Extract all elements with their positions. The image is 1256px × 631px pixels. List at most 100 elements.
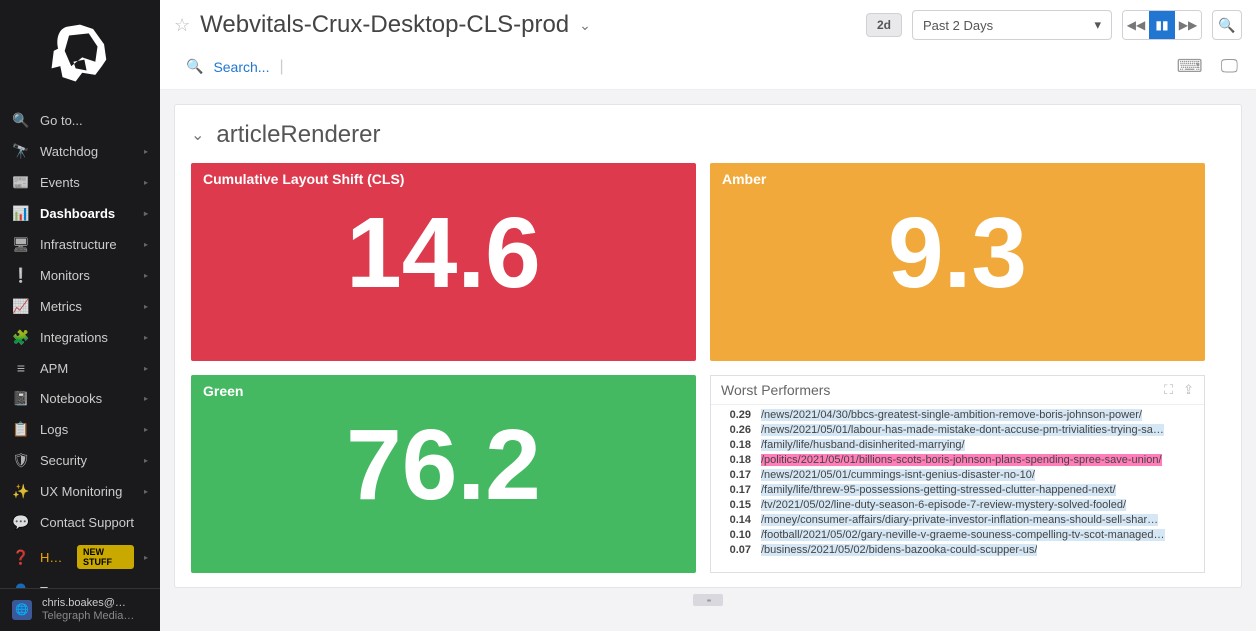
nav-label: Watchdog (40, 144, 98, 159)
sidebar-item-integrations[interactable]: 🧩Integrations▸ (0, 322, 160, 353)
nav-icon: ❓ (12, 549, 30, 566)
wp-score: 0.10 (721, 529, 751, 541)
search-button[interactable]: 🔍 (1212, 10, 1242, 40)
playback-controls: ◀◀ ▮▮ ▶▶ (1122, 10, 1202, 40)
sidebar-item-monitors[interactable]: ❕ Monitors ▸ (0, 260, 160, 291)
sidebar-item-apm[interactable]: ≡ APM ▸ (0, 353, 160, 383)
nav-label: Notebooks (40, 391, 102, 406)
search-input[interactable]: Search... (213, 59, 269, 75)
nav-icon: ❕ (12, 267, 30, 284)
tile-green[interactable]: Green 76.2 (191, 375, 696, 573)
keyboard-icon[interactable]: ⌨ (1177, 56, 1203, 77)
pause-button[interactable]: ▮▮ (1149, 11, 1175, 39)
nav-label: Integrations (40, 330, 108, 345)
export-icon[interactable]: ⇪ (1183, 382, 1194, 398)
title-dropdown-icon[interactable]: ⌄ (579, 17, 591, 34)
nav-label: Infrastructure (40, 237, 117, 252)
nav-label: Team (40, 584, 72, 588)
wp-path: /news/2021/04/30/bbcs-greatest-single-am… (761, 409, 1142, 421)
nav-label: Monitors (40, 268, 90, 283)
chevron-right-icon: ▸ (144, 147, 148, 156)
nav-icon: ✨ (12, 483, 30, 500)
wp-path: /family/life/threw-95-possessions-gettin… (761, 484, 1116, 496)
tile-title: Amber (710, 163, 1205, 195)
wp-score: 0.14 (721, 514, 751, 526)
wp-row[interactable]: 0.29/news/2021/04/30/bbcs-greatest-singl… (719, 407, 1196, 422)
chevron-right-icon: ▸ (144, 178, 148, 187)
chevron-right-icon: ▸ (144, 333, 148, 342)
tile-amber[interactable]: Amber 9.3 (710, 163, 1205, 361)
group-header[interactable]: ⌄ articleRenderer (191, 121, 1225, 149)
wp-row[interactable]: 0.14/money/consumer-affairs/diary-privat… (719, 512, 1196, 527)
nav-icon: 🛡 (12, 452, 30, 469)
wp-row[interactable]: 0.17/family/life/threw-95-possessions-ge… (719, 482, 1196, 497)
sidebar-item-ux-monitoring[interactable]: ✨UX Monitoring▸ (0, 476, 160, 507)
nav-label: UX Monitoring (40, 484, 122, 499)
chevron-right-icon: ▸ (144, 302, 148, 311)
avatar: 🌐 (12, 600, 32, 620)
nav-icon: 📰 (12, 174, 30, 191)
wp-path: /news/2021/05/01/cummings-isnt-genius-di… (761, 469, 1035, 481)
wp-row[interactable]: 0.17/news/2021/05/01/cummings-isnt-geniu… (719, 467, 1196, 482)
sidebar-item-infrastructure[interactable]: 🖥 Infrastructure ▸ (0, 229, 160, 260)
tile-value: 9.3 (710, 203, 1205, 303)
favorite-star-icon[interactable]: ☆ (174, 15, 190, 36)
nav-icon: 📈 (12, 298, 30, 315)
wp-row[interactable]: 0.07/business/2021/05/02/bidens-bazooka-… (719, 542, 1196, 557)
wp-row[interactable]: 0.10/football/2021/05/02/gary-neville-v-… (719, 527, 1196, 542)
wp-row[interactable]: 0.18/family/life/husband-disinherited-ma… (719, 437, 1196, 452)
sidebar-item-team[interactable]: 👤Team (0, 576, 160, 588)
tile-grid: Cumulative Layout Shift (CLS) 14.6 Amber… (191, 163, 1225, 573)
wp-score: 0.18 (721, 439, 751, 451)
nav-label: Security (40, 453, 87, 468)
wp-path: /news/2021/05/01/labour-has-made-mistake… (761, 424, 1164, 436)
wp-path: /family/life/husband-disinherited-marryi… (761, 439, 965, 451)
step-back-button[interactable]: ◀◀ (1123, 11, 1149, 39)
wp-row[interactable]: 0.18/politics/2021/05/01/billions-scots-… (719, 452, 1196, 467)
sidebar-item-watchdog[interactable]: 🔭Watchdog▸ (0, 136, 160, 167)
fullscreen-icon[interactable]: ⛶ (1164, 382, 1173, 398)
sidebar-item-dashboards[interactable]: 📊Dashboards▸ (0, 198, 160, 229)
wp-title: Worst Performers (721, 382, 830, 398)
sidebar-item-events[interactable]: 📰 Events ▸ (0, 167, 160, 198)
new-badge: NEW STUFF (77, 545, 134, 569)
wp-score: 0.07 (721, 544, 751, 556)
chevron-right-icon: ▸ (144, 364, 148, 373)
tile-cls[interactable]: Cumulative Layout Shift (CLS) 14.6 (191, 163, 696, 361)
wp-score: 0.18 (721, 454, 751, 466)
nav-label: Events (40, 175, 80, 190)
wp-row[interactable]: 0.15/tv/2021/05/02/line-duty-season-6-ep… (719, 497, 1196, 512)
datadog-logo-icon (45, 18, 115, 88)
step-forward-button[interactable]: ▶▶ (1175, 11, 1201, 39)
nav-icon: 🖥 (12, 236, 30, 253)
display-icon[interactable]: 🖵 (1221, 56, 1238, 77)
sidebar-item-logs[interactable]: 📋Logs▸ (0, 414, 160, 445)
sidebar-item-go-to-[interactable]: 🔍Go to... (0, 105, 160, 136)
dashboard-title: Webvitals-Crux-Desktop-CLS-prod (200, 11, 569, 39)
sidebar-item-contact-support[interactable]: 💬Contact Support (0, 507, 160, 538)
timerange-label: Past 2 Days (923, 18, 993, 33)
resize-handle[interactable]: ▪▪▪ (693, 594, 723, 606)
wp-row[interactable]: 0.26/news/2021/05/01/labour-has-made-mis… (719, 422, 1196, 437)
sidebar-item-help[interactable]: ❓HelpNEW STUFF▸ (0, 538, 160, 576)
tile-worst-performers[interactable]: Worst Performers ⛶ ⇪ 0.29/news/2021/04/3… (710, 375, 1205, 573)
chevron-right-icon: ▸ (144, 425, 148, 434)
nav-icon: 📊 (12, 205, 30, 222)
nav-icon: ≡ (12, 360, 30, 376)
timerange-select[interactable]: Past 2 Days ▾ (912, 10, 1112, 40)
collapse-icon: ⌄ (191, 125, 204, 145)
sidebar-item-metrics[interactable]: 📈Metrics▸ (0, 291, 160, 322)
nav-icon: 📋 (12, 421, 30, 438)
chevron-right-icon: ▸ (144, 240, 148, 249)
sidebar-item-notebooks[interactable]: 📓Notebooks▸ (0, 383, 160, 414)
wp-path: /money/consumer-affairs/diary-private-in… (761, 514, 1158, 526)
user-org: Telegraph Media… (42, 610, 134, 623)
user-block[interactable]: 🌐 chris.boakes@… Telegraph Media… (0, 588, 160, 631)
nav-label: Dashboards (40, 206, 115, 221)
timerange-pill[interactable]: 2d (866, 13, 902, 37)
topbar: ☆ Webvitals-Crux-Desktop-CLS-prod ⌄ 2d P… (160, 0, 1256, 46)
wp-score: 0.17 (721, 469, 751, 481)
sidebar-item-security[interactable]: 🛡Security▸ (0, 445, 160, 476)
nav-label: APM (40, 361, 68, 376)
chevron-right-icon: ▸ (144, 271, 148, 280)
